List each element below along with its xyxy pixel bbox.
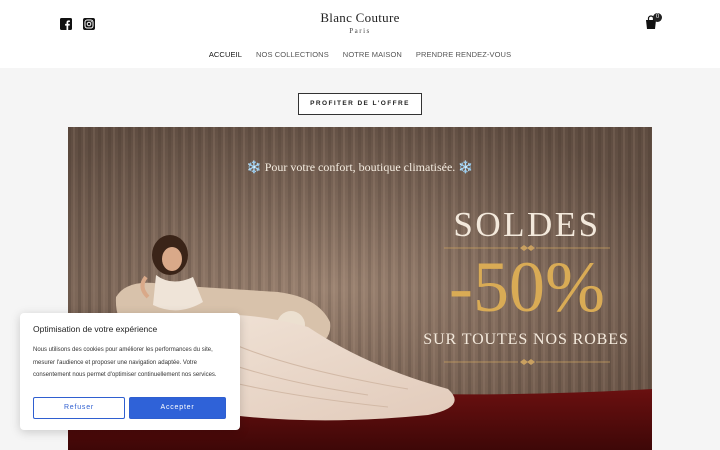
nav-item-accueil[interactable]: ACCUEIL bbox=[209, 50, 242, 59]
sale-headline: SOLDES bbox=[453, 205, 601, 244]
cookie-text: Nous utilisons des cookies pour améliore… bbox=[33, 347, 217, 378]
sale-subline: SUR TOUTES NOS ROBES bbox=[423, 331, 629, 348]
site-logo[interactable]: Blanc Couture Paris bbox=[0, 10, 720, 35]
cookie-actions: Refuser Accepter bbox=[33, 397, 226, 419]
offer-button[interactable]: PROFITER DE L'OFFRE bbox=[298, 93, 422, 115]
accept-button[interactable]: Accepter bbox=[129, 397, 226, 419]
site-header: Blanc Couture Paris 0 ACCUEIL NOS COLLEC… bbox=[0, 0, 720, 68]
sale-discount: -50% bbox=[449, 247, 605, 327]
nav-item-rendez-vous[interactable]: PRENDRE RENDEZ-VOUS bbox=[416, 50, 511, 59]
nav-item-collections[interactable]: NOS COLLECTIONS bbox=[256, 50, 329, 59]
brand-name: Blanc Couture bbox=[320, 10, 400, 25]
brand-city: Paris bbox=[349, 27, 371, 35]
refuse-button[interactable]: Refuser bbox=[33, 397, 125, 419]
comfort-notice: ❄️ Pour votre confort, boutique climatis… bbox=[246, 160, 474, 174]
cookie-title: Optimisation de votre expérience bbox=[33, 324, 158, 334]
nav-item-maison[interactable]: NOTRE MAISON bbox=[343, 50, 402, 59]
main-nav: ACCUEIL NOS COLLECTIONS NOTRE MAISON PRE… bbox=[0, 50, 720, 59]
cart-count-badge: 0 bbox=[653, 13, 662, 22]
cookie-consent-dialog: Optimisation de votre expérience Nous ut… bbox=[20, 313, 240, 430]
